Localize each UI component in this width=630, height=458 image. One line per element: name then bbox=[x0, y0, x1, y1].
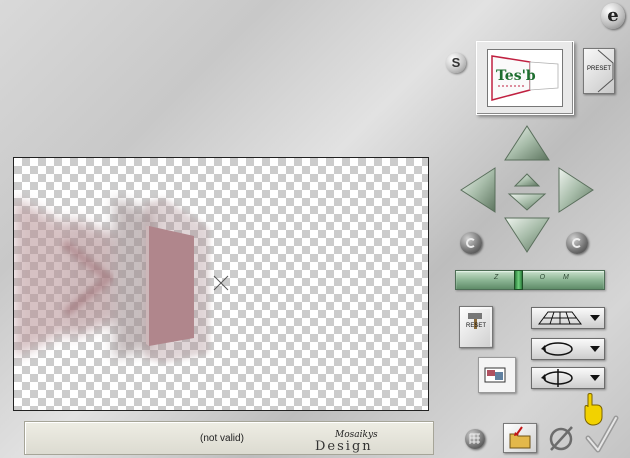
thumbnail-graphic: Tes'b bbox=[491, 55, 559, 101]
arrow-center-up-icon[interactable] bbox=[513, 173, 541, 187]
zoom-slider-thumb[interactable] bbox=[514, 270, 523, 290]
preset-label: PRESET bbox=[586, 66, 611, 72]
plugin-window: e S Tes'b PRESET Z O O M RESET (not vali… bbox=[0, 0, 630, 458]
rotate-right-icon[interactable] bbox=[566, 232, 588, 254]
arrow-center-down-icon[interactable] bbox=[507, 193, 547, 211]
status-bar: (not valid) Mosaikys Design bbox=[24, 421, 434, 455]
image-button[interactable] bbox=[478, 357, 516, 393]
ok-checkmark-icon[interactable] bbox=[584, 414, 620, 454]
chevron-down-icon bbox=[590, 375, 600, 381]
grid-button[interactable] bbox=[465, 429, 485, 449]
canvas-center-crosshair bbox=[213, 275, 229, 291]
brand-line2: Design bbox=[315, 439, 373, 453]
perspective-mode-dropdown[interactable] bbox=[531, 307, 605, 329]
folder-open-icon bbox=[509, 426, 531, 449]
rotate-vertical-icon bbox=[541, 369, 573, 387]
folder-button[interactable] bbox=[503, 423, 537, 453]
zoom-slider[interactable]: Z O O M bbox=[455, 270, 605, 290]
grid-icon bbox=[469, 433, 480, 444]
perspective-grid-icon bbox=[538, 311, 582, 325]
arrow-down-icon[interactable] bbox=[504, 217, 550, 253]
zoom-label: Z O O M bbox=[494, 274, 577, 281]
picture-icon bbox=[484, 367, 506, 383]
thumbnail-preview[interactable]: Tes'b bbox=[476, 41, 574, 115]
status-text: (not valid) bbox=[200, 433, 244, 444]
rotation-mode-dropdown[interactable] bbox=[531, 338, 605, 360]
preview-graphic bbox=[14, 198, 229, 363]
cancel-icon[interactable] bbox=[545, 422, 577, 454]
filter-brand-icon: e bbox=[601, 3, 625, 29]
arrow-right-icon[interactable] bbox=[558, 167, 594, 213]
arrow-up-icon[interactable] bbox=[504, 125, 550, 161]
reset-button[interactable]: RESET bbox=[459, 306, 493, 348]
rotate-left-icon[interactable] bbox=[460, 232, 482, 254]
preset-button[interactable]: PRESET bbox=[583, 48, 615, 94]
chevron-down-icon bbox=[590, 315, 600, 321]
chevron-down-icon bbox=[590, 346, 600, 352]
thumbnail-text: Tes'b bbox=[496, 68, 536, 84]
thumbnail-image: Tes'b bbox=[487, 49, 563, 107]
s-button[interactable]: S bbox=[446, 53, 466, 73]
arrow-left-icon[interactable] bbox=[460, 167, 496, 213]
rotate-horizontal-icon bbox=[541, 342, 573, 356]
axis-mode-dropdown[interactable] bbox=[531, 367, 605, 389]
brand-logo: Mosaikys Design bbox=[315, 430, 378, 453]
reset-label: RESET bbox=[465, 323, 486, 329]
preview-canvas[interactable] bbox=[13, 157, 429, 411]
